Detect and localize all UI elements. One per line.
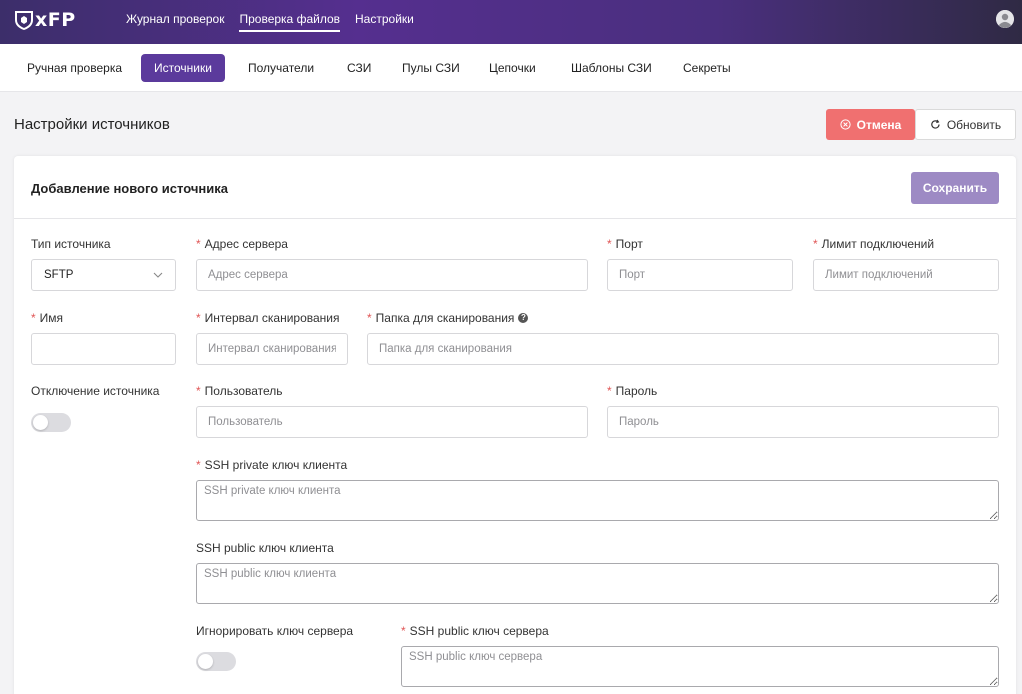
help-icon[interactable]: ? [518,313,529,323]
ssh-public-client-textarea[interactable] [196,563,999,604]
name-input[interactable] [31,333,176,365]
password-input[interactable] [607,406,999,438]
source-type-select[interactable]: SFTP [31,259,176,291]
sub-nav: Ручная проверка Источники Получатели СЗИ… [0,44,1022,92]
disable-source-toggle[interactable] [31,413,71,432]
port-input[interactable] [607,259,793,291]
logo[interactable]: xFP [14,9,76,31]
top-nav: Журнал проверок Проверка файлов Настройк… [126,0,429,44]
logo-text: xFP [35,9,76,31]
scan-folder-label: * Папка для сканирования? [367,311,529,325]
add-source-card: Добавление нового источника Сохранить Ти… [14,156,1016,694]
top-bar: xFP Журнал проверок Проверка файлов Наст… [0,0,1022,44]
refresh-button[interactable]: Обновить [915,109,1016,140]
tab-sources[interactable]: Источники [141,54,225,82]
ignore-server-key-toggle[interactable] [196,652,236,671]
name-label: * Имя [31,311,64,325]
ssh-public-client-label: SSH public ключ клиента [196,541,334,555]
logo-icon [14,10,34,31]
tab-chains[interactable]: Цепочки [476,54,549,82]
top-nav-journal[interactable]: Журнал проверок [126,0,224,38]
top-nav-settings[interactable]: Настройки [355,0,414,38]
ssh-private-client-textarea[interactable] [196,480,999,521]
connection-limit-label: * Лимит подключений [813,237,935,251]
cancel-button[interactable]: Отмена [826,109,915,140]
page-title: Настройки источников [14,116,170,133]
port-label: * Порт [607,237,643,251]
cancel-icon [840,119,851,130]
server-address-input[interactable] [196,259,588,291]
chevron-down-icon [153,272,163,278]
ssh-private-client-label: * SSH private ключ клиента [196,458,348,472]
tab-secrets[interactable]: Секреты [670,54,744,82]
toggle-knob [198,654,213,669]
ssh-public-server-textarea[interactable] [401,646,999,687]
top-nav-file-check[interactable]: Проверка файлов [239,0,341,32]
tab-szi-templates[interactable]: Шаблоны СЗИ [558,54,665,82]
tab-manual-check[interactable]: Ручная проверка [14,54,135,82]
user-label: * Пользователь [196,384,283,398]
toggle-knob [33,415,48,430]
disable-source-label: Отключение источника [31,384,160,398]
card-header: Добавление нового источника Сохранить [14,156,1016,219]
scan-interval-input[interactable] [196,333,348,365]
tab-recipients[interactable]: Получатели [235,54,327,82]
server-address-label: * Адрес сервера [196,237,288,251]
save-button[interactable]: Сохранить [911,172,999,204]
tab-szi[interactable]: СЗИ [334,54,384,82]
cancel-button-label: Отмена [856,117,902,132]
password-label: * Пароль [607,384,658,398]
scan-interval-label: * Интервал сканирования [196,311,340,325]
tab-szi-pools[interactable]: Пулы СЗИ [389,54,473,82]
scan-folder-input[interactable] [367,333,999,365]
ssh-public-server-label: * SSH public ключ сервера [401,624,549,638]
source-type-value: SFTP [44,269,74,281]
refresh-button-label: Обновить [946,117,1002,132]
card-title: Добавление нового источника [31,181,228,196]
refresh-icon [931,119,940,129]
ignore-server-key-label: Игнорировать ключ сервера [196,624,354,638]
source-type-label: Тип источника [31,237,111,251]
connection-limit-input[interactable] [813,259,999,291]
user-input[interactable] [196,406,588,438]
user-avatar-icon[interactable] [996,10,1014,28]
